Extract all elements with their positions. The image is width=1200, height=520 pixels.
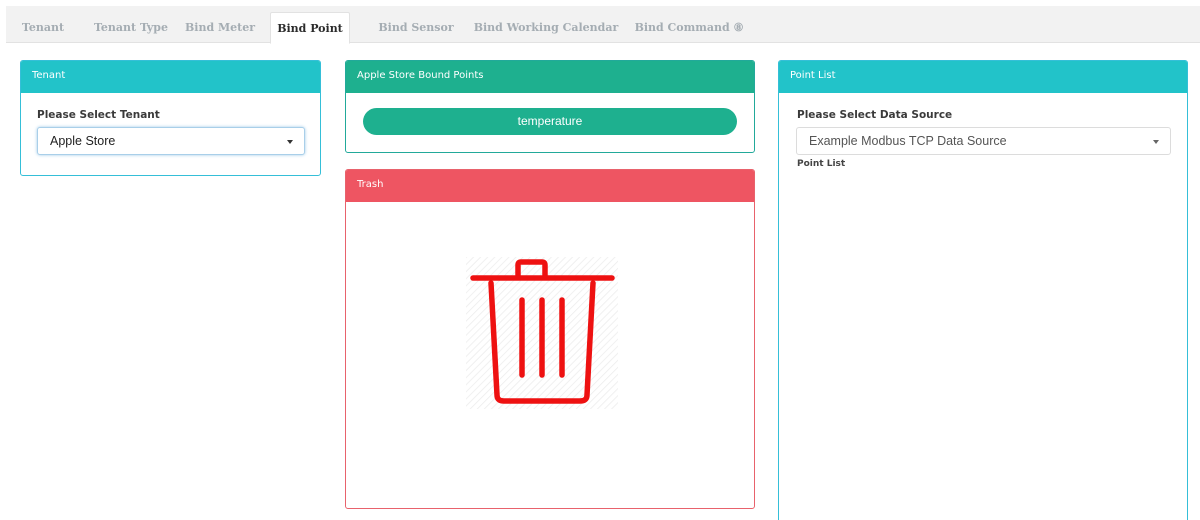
tab-tenant[interactable]: Tenant [18,12,68,43]
tab-bar: Tenant Tenant Type Bind Meter Bind Point… [6,6,1200,44]
trash-panel-title: Trash [346,170,754,202]
tab-bind-working-calendar[interactable]: Bind Working Calendar [472,12,620,43]
point-list-panel-title: Point List [779,61,1187,93]
tab-bind-meter[interactable]: Bind Meter [176,12,264,43]
bound-point-item-temperature[interactable]: temperature [363,108,737,135]
data-source-select-value: Example Modbus TCP Data Source [809,134,1007,148]
tenant-panel-title: Tenant [21,61,320,93]
tab-tenant-type[interactable]: Tenant Type [88,12,174,43]
tenant-panel: Tenant Please Select Tenant Apple Store [20,60,321,176]
bound-points-panel-title: Apple Store Bound Points [346,61,754,93]
tab-bind-sensor[interactable]: Bind Sensor [366,12,466,43]
trash-can-icon [466,257,618,409]
bound-points-panel: Apple Store Bound Points temperature [345,60,755,153]
data-source-select[interactable]: Example Modbus TCP Data Source [796,127,1171,155]
data-source-select-label: Please Select Data Source [797,109,953,121]
point-list-label: Point List [797,159,846,169]
caret-down-icon [1153,140,1159,144]
tab-bind-command[interactable]: Bind Command ⑧ [632,12,746,43]
tenant-select-label: Please Select Tenant [37,109,160,121]
trash-panel[interactable]: Trash [345,169,755,509]
tab-bind-point[interactable]: Bind Point [270,12,350,44]
point-list-panel: Point List Please Select Data Source Exa… [778,60,1188,520]
tenant-select-value: Apple Store [50,134,116,148]
tenant-select[interactable]: Apple Store [37,127,305,155]
caret-down-icon [287,140,293,144]
